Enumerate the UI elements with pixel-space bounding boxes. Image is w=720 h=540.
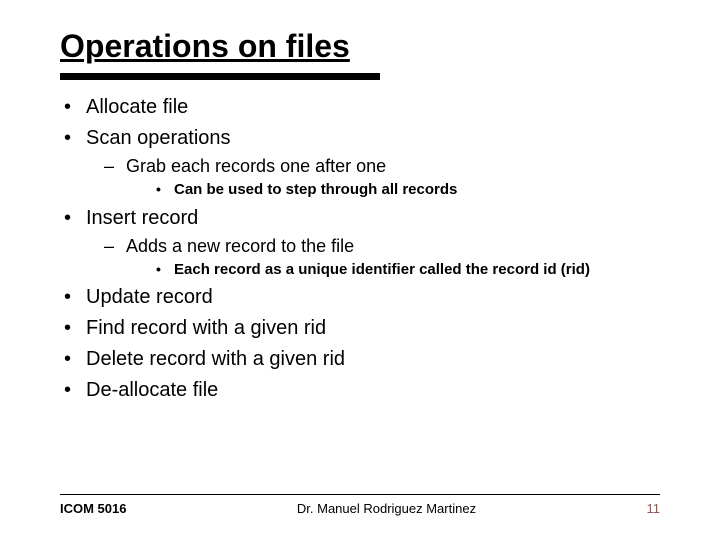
footer-center: Dr. Manuel Rodriguez Martinez [126,501,646,516]
bullet-text: Insert record [86,207,198,229]
list-item: Each record as a unique identifier calle… [126,260,660,280]
bullet-text: De-allocate file [86,379,218,401]
sub-sub-list: Each record as a unique identifier calle… [126,260,660,280]
footer-left: ICOM 5016 [60,501,126,516]
list-item: Allocate file [60,94,660,121]
bullet-text: Update record [86,286,213,308]
list-item: De-allocate file [60,377,660,404]
title-rule [60,73,380,80]
bullet-text: Allocate file [86,96,188,118]
bullet-text: Each record as a unique identifier calle… [174,261,590,278]
sub-list: Grab each records one after one Can be u… [86,154,660,201]
list-item: Insert record Adds a new record to the f… [60,205,660,281]
bullet-text: Grab each records one after one [126,156,386,176]
list-item: Grab each records one after one Can be u… [86,154,660,201]
slide: Operations on files Allocate file Scan o… [0,0,720,540]
bullet-text: Adds a new record to the file [126,236,354,256]
bullet-list: Allocate file Scan operations Grab each … [60,94,660,404]
slide-title: Operations on files [60,28,660,65]
list-item: Can be used to step through all records [126,180,660,200]
footer-page-number: 11 [647,501,661,516]
list-item: Find record with a given rid [60,315,660,342]
list-item: Scan operations Grab each records one af… [60,125,660,201]
footer-row: ICOM 5016 Dr. Manuel Rodriguez Martinez … [60,501,660,516]
sub-sub-list: Can be used to step through all records [126,180,660,200]
list-item: Update record [60,284,660,311]
bullet-text: Delete record with a given rid [86,348,345,370]
list-item: Delete record with a given rid [60,346,660,373]
list-item: Adds a new record to the file Each recor… [86,234,660,281]
slide-content: Allocate file Scan operations Grab each … [60,94,660,404]
bullet-text: Find record with a given rid [86,317,326,339]
bullet-text: Can be used to step through all records [174,181,457,198]
footer: ICOM 5016 Dr. Manuel Rodriguez Martinez … [0,494,720,516]
sub-list: Adds a new record to the file Each recor… [86,234,660,281]
footer-rule [60,494,660,495]
bullet-text: Scan operations [86,127,231,149]
